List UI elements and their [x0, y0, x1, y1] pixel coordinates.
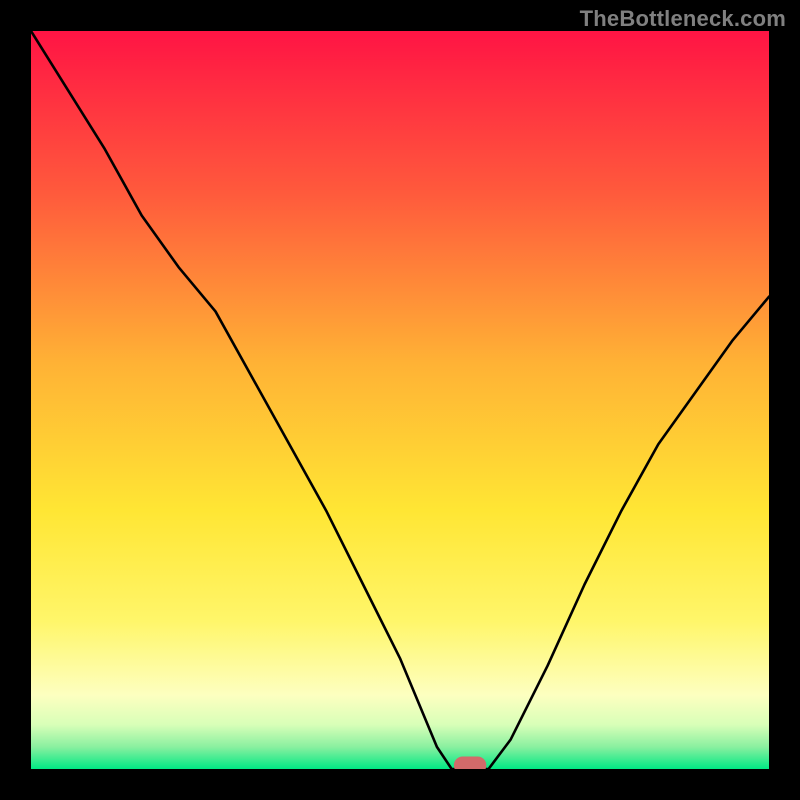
watermark-text: TheBottleneck.com: [580, 6, 786, 32]
chart-plot: [31, 31, 769, 769]
chart-svg: [31, 31, 769, 769]
chart-frame: TheBottleneck.com: [0, 0, 800, 800]
optimal-marker: [454, 756, 486, 769]
